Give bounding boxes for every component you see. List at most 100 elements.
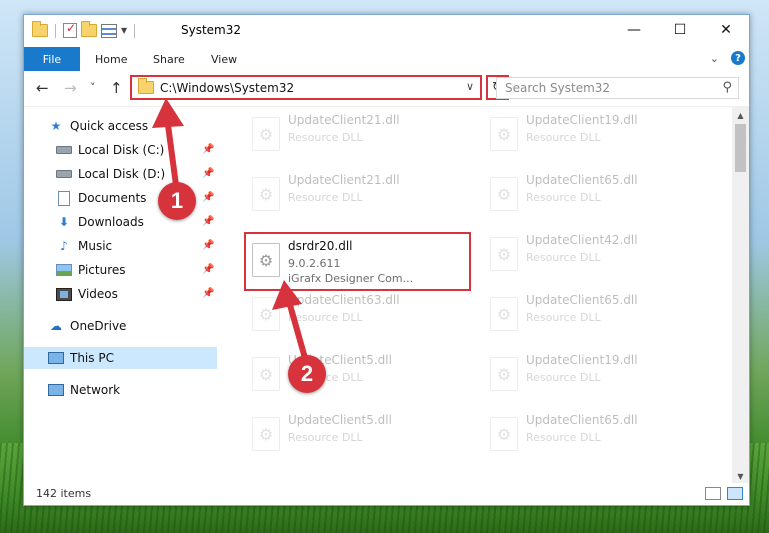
search-icon: ⚲ — [722, 80, 732, 95]
properties-icon[interactable] — [101, 23, 117, 38]
computer-icon — [48, 351, 64, 365]
recent-locations-button[interactable]: ˅ — [90, 81, 96, 94]
file-type: Resource DLL — [526, 131, 601, 144]
file-name: UpdateClient65.dll — [526, 413, 638, 427]
dll-file-icon: ⚙ — [490, 117, 518, 151]
new-folder-icon[interactable] — [81, 21, 97, 37]
pin-icon: 📌 — [202, 168, 215, 179]
customize-toolbar-chevron-icon[interactable]: ▼ — [121, 26, 127, 35]
file-item[interactable]: ⚙ UpdateClient63.dll Resource DLL — [244, 287, 474, 335]
file-type: Resource DLL — [288, 311, 363, 324]
address-path[interactable]: C:\Windows\System32 — [160, 81, 294, 95]
sidebar-item-label: Videos — [78, 287, 118, 301]
callout-badge-2: 2 — [288, 355, 326, 393]
dll-file-icon: ⚙ — [252, 117, 280, 151]
dll-file-icon: ⚙ — [252, 417, 280, 451]
sidebar-item-local-disk-d[interactable]: Local Disk (D:) — [56, 163, 165, 185]
file-name: UpdateClient63.dll — [288, 293, 400, 307]
minimize-button[interactable]: — — [611, 15, 657, 45]
documents-icon — [56, 190, 72, 206]
title-bar: ▼ System32 — ☐ ✕ — [24, 15, 749, 47]
downloads-icon: ⬇ — [58, 215, 70, 229]
dll-file-icon: ⚙ — [490, 237, 518, 271]
dll-file-icon: ⚙ — [252, 357, 280, 391]
sidebar-item-downloads[interactable]: ⬇ Downloads — [56, 211, 144, 233]
quick-access-toolbar: ▼ — [32, 21, 138, 38]
address-bar[interactable]: C:\Windows\System32 ∨ — [130, 75, 482, 100]
folder-icon — [138, 78, 154, 94]
sidebar-item-network[interactable]: Network — [48, 379, 120, 401]
sidebar-item-label: This PC — [70, 351, 114, 365]
navigation-pane: ★ Quick access Local Disk (C:) 📌 Local D… — [24, 107, 219, 477]
view-switcher — [705, 487, 743, 500]
file-name: UpdateClient5.dll — [288, 413, 392, 427]
file-type: Resource DLL — [288, 431, 363, 444]
up-button[interactable]: ↑ — [110, 79, 123, 97]
file-name: UpdateClient65.dll — [526, 293, 638, 307]
tab-file[interactable]: File — [24, 47, 80, 71]
dll-file-icon: ⚙ — [252, 177, 280, 211]
pin-icon: 📌 — [202, 216, 215, 227]
properties-check-icon[interactable] — [63, 21, 77, 38]
back-button[interactable]: ← — [36, 79, 49, 97]
toolbar-divider — [55, 23, 56, 38]
sidebar-item-label: Music — [78, 239, 113, 253]
dll-file-icon: ⚙ — [490, 177, 518, 211]
forward-button[interactable]: → — [64, 79, 77, 97]
file-item[interactable]: ⚙ UpdateClient19.dll Resource DLL — [482, 107, 712, 155]
file-item[interactable]: ⚙ UpdateClient21.dll Resource DLL — [244, 107, 474, 155]
file-type: Resource DLL — [526, 191, 601, 204]
file-item[interactable]: ⚙ UpdateClient65.dll Resource DLL — [482, 287, 712, 335]
file-item[interactable]: ⚙ UpdateClient65.dll Resource DLL — [482, 407, 712, 455]
scroll-up-arrow-icon[interactable]: ▲ — [732, 107, 749, 124]
drive-icon — [56, 167, 72, 181]
pin-icon: 📌 — [202, 264, 215, 275]
file-item[interactable]: ⚙ UpdateClient5.dll Resource DLL — [244, 347, 474, 395]
sidebar-item-pictures[interactable]: Pictures — [56, 259, 126, 281]
sidebar-item-label: Downloads — [78, 215, 144, 229]
sidebar-item-label: Local Disk (D:) — [78, 167, 166, 181]
file-item[interactable]: ⚙ UpdateClient65.dll Resource DLL — [482, 167, 712, 215]
sidebar-item-quick-access[interactable]: ★ Quick access — [48, 115, 149, 137]
file-type: Resource DLL — [288, 191, 363, 204]
toolbar-divider — [134, 23, 136, 38]
large-icons-view-icon[interactable] — [727, 487, 743, 500]
expand-ribbon-chevron-icon[interactable]: ⌄ — [710, 52, 719, 65]
sidebar-item-videos[interactable]: Videos — [56, 283, 118, 305]
sidebar-item-onedrive[interactable]: ☁ OneDrive — [48, 315, 126, 337]
sidebar-item-label: Quick access — [70, 119, 149, 133]
dll-file-icon: ⚙ — [490, 297, 518, 331]
close-button[interactable]: ✕ — [703, 15, 749, 45]
file-item[interactable]: ⚙ UpdateClient19.dll Resource DLL — [482, 347, 712, 395]
sidebar-item-documents[interactable]: Documents — [56, 187, 146, 209]
folder-icon — [32, 21, 48, 37]
sidebar-item-music[interactable]: ♪ Music — [56, 235, 112, 257]
sidebar-item-label: OneDrive — [70, 319, 127, 333]
file-item[interactable]: ⚙ UpdateClient21.dll Resource DLL — [244, 167, 474, 215]
dll-file-icon: ⚙ — [252, 297, 280, 331]
address-dropdown-chevron-icon[interactable]: ∨ — [466, 80, 474, 93]
file-name: UpdateClient21.dll — [288, 173, 400, 187]
pin-icon: 📌 — [202, 288, 215, 299]
file-item[interactable]: ⚙ UpdateClient42.dll Resource DLL — [482, 227, 712, 275]
details-view-icon[interactable] — [705, 487, 721, 500]
sidebar-item-this-pc[interactable]: This PC — [24, 347, 217, 369]
search-box[interactable]: ⚲ — [496, 77, 739, 99]
sidebar-item-local-disk-c[interactable]: Local Disk (C:) — [56, 139, 164, 161]
highlight-box — [244, 232, 471, 291]
status-bar: 142 items — [24, 483, 749, 505]
help-icon[interactable]: ? — [731, 51, 745, 65]
music-icon: ♪ — [60, 239, 68, 253]
window-controls: — ☐ ✕ — [611, 15, 749, 45]
file-item[interactable]: ⚙ UpdateClient5.dll Resource DLL — [244, 407, 474, 455]
search-input[interactable] — [505, 81, 705, 95]
file-type: Resource DLL — [526, 311, 601, 324]
file-name: UpdateClient42.dll — [526, 233, 638, 247]
vertical-scrollbar[interactable]: ▲ ▼ — [732, 107, 749, 485]
file-type: Resource DLL — [526, 371, 601, 384]
maximize-button[interactable]: ☐ — [657, 15, 703, 45]
tab-share[interactable]: Share — [153, 47, 185, 71]
tab-view[interactable]: View — [211, 47, 237, 71]
tab-home[interactable]: Home — [95, 47, 127, 71]
scroll-thumb[interactable] — [735, 124, 746, 172]
